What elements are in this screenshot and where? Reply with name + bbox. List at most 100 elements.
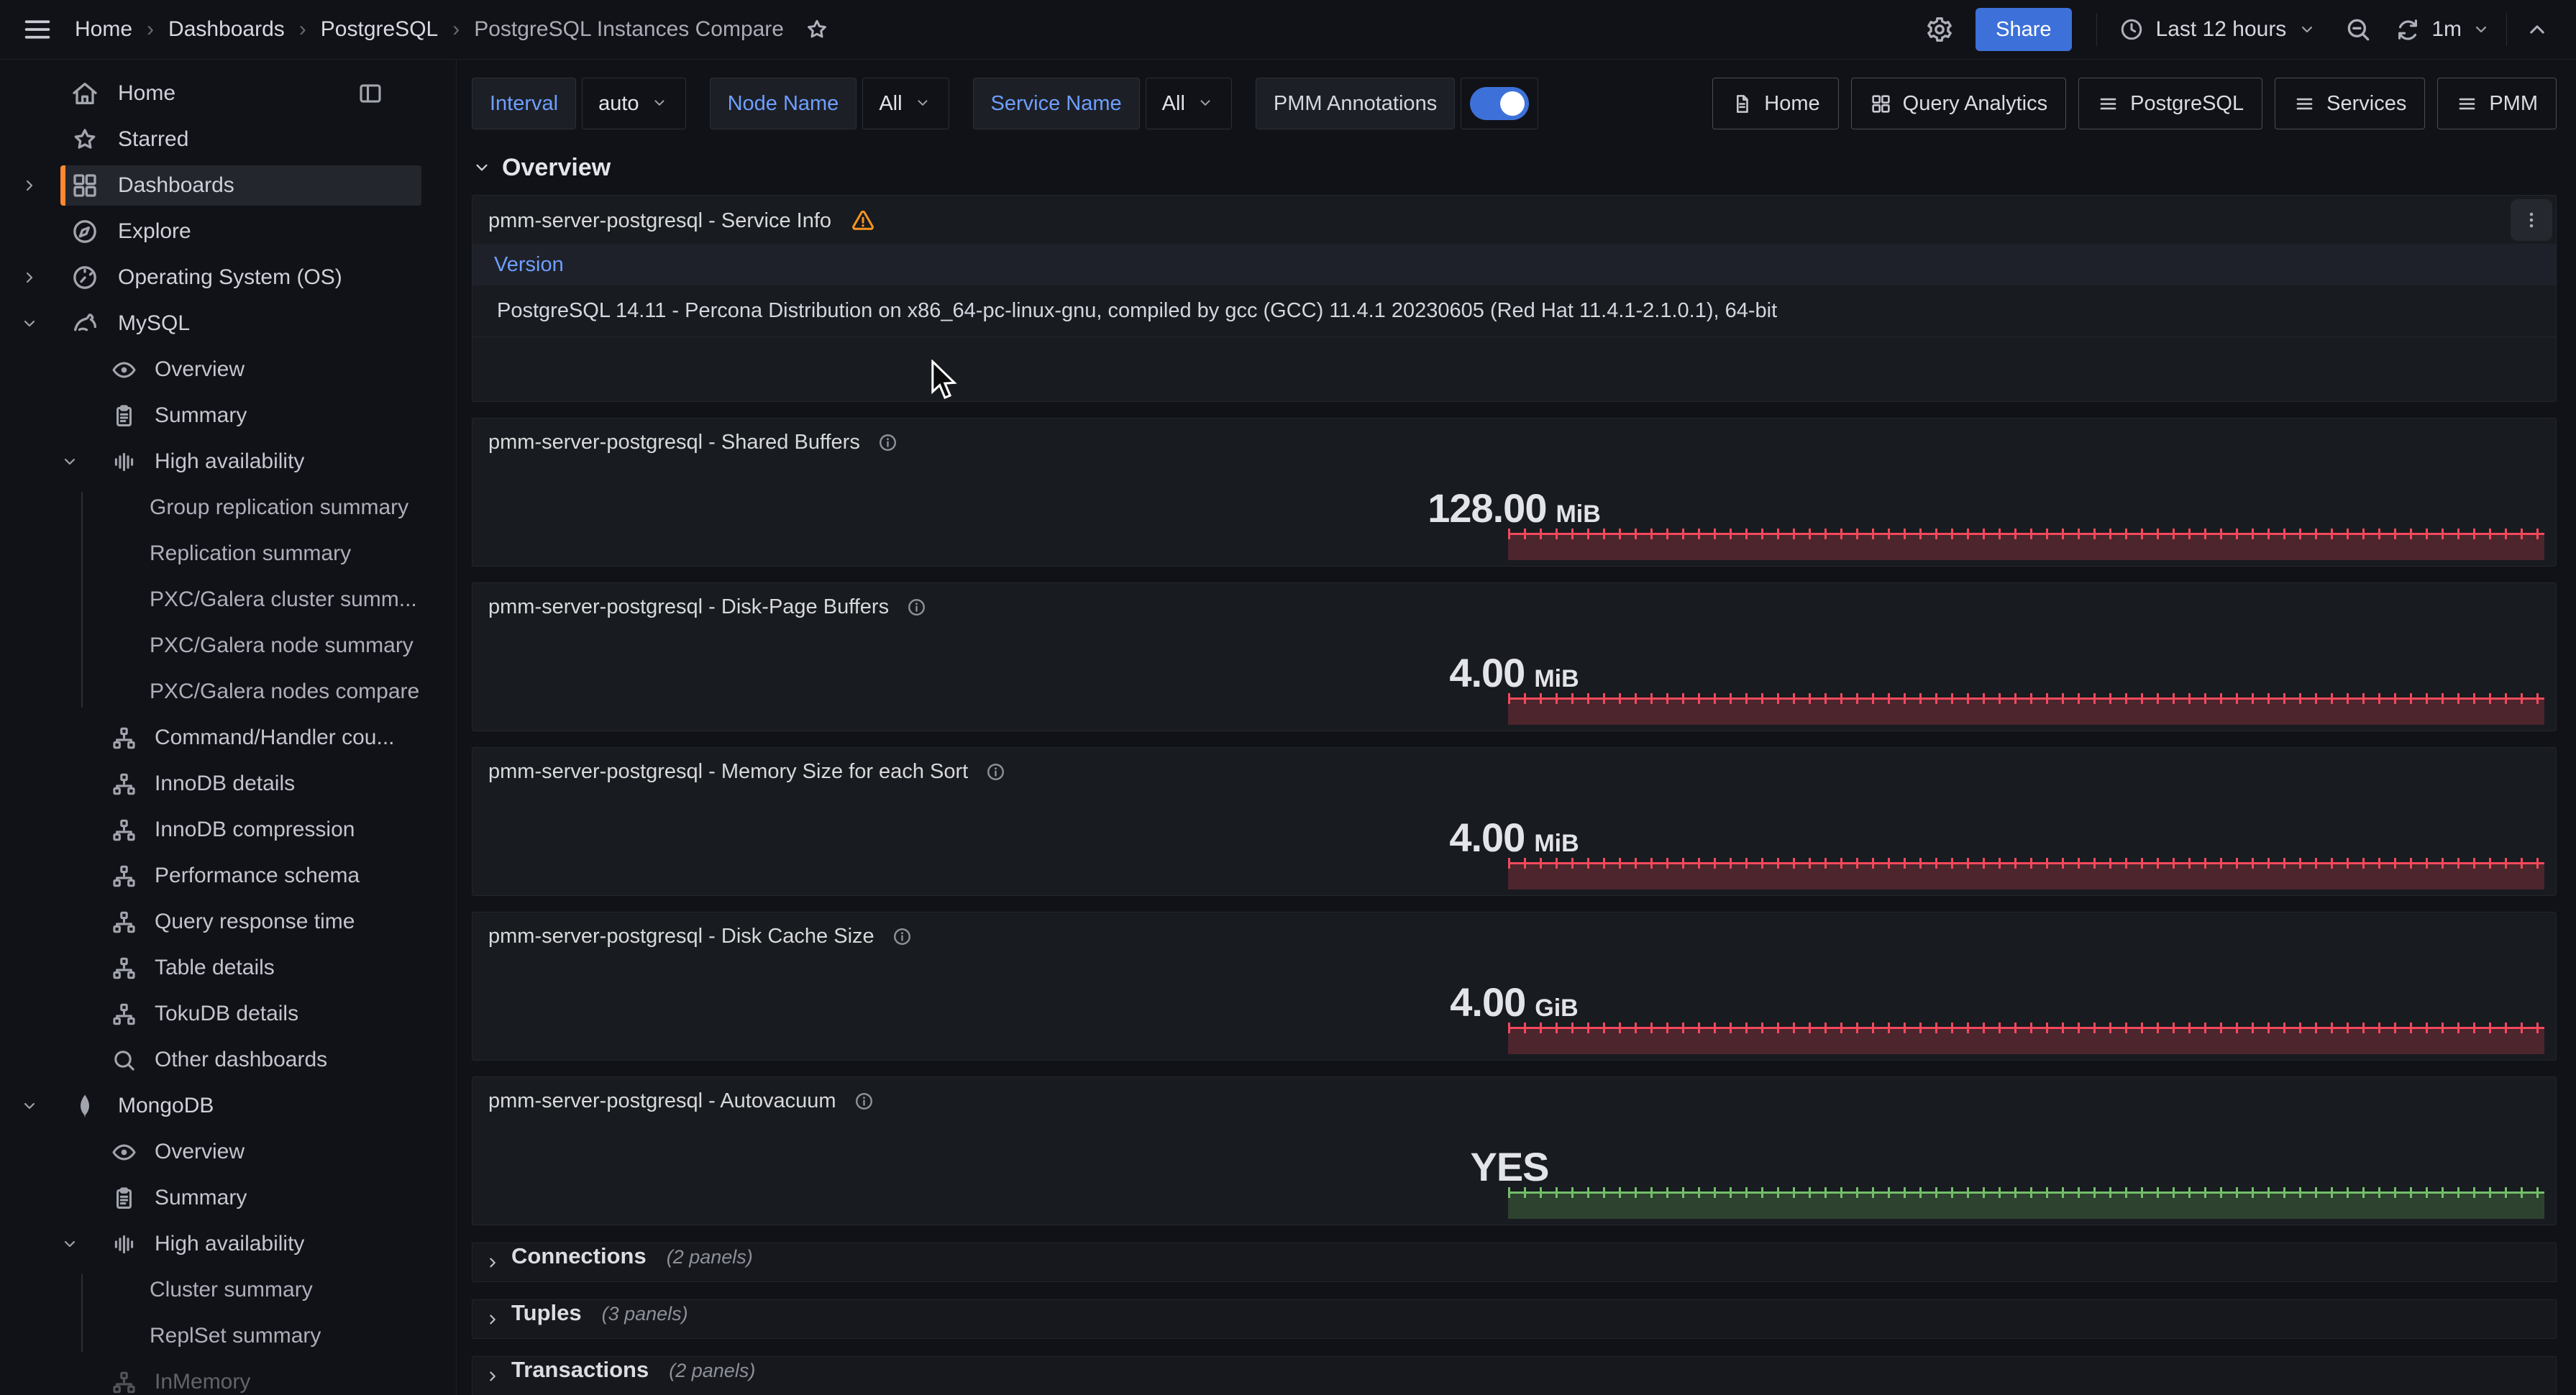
sparkline-flat-green [1508, 1192, 2544, 1219]
zoom-out-time-icon[interactable] [2339, 11, 2377, 48]
sidebar-item-pxc-galera-node-summary[interactable]: PXC/Galera node summary [0, 623, 456, 669]
sidebar-item-tokudb-details[interactable]: TokuDB details [0, 991, 456, 1037]
sidebar-item-mongodb-summary[interactable]: Summary [0, 1175, 456, 1221]
time-range-picker[interactable]: Last 12 hours [2103, 6, 2333, 52]
dock-sidebar-icon[interactable] [357, 80, 384, 107]
sitemap-icon [111, 955, 137, 982]
sidebar-item-replset-summary[interactable]: ReplSet summary [0, 1313, 456, 1359]
info-circle-icon[interactable] [985, 761, 1006, 782]
chevron-down-icon[interactable] [20, 314, 60, 333]
refresh-controls[interactable]: 1m [2384, 16, 2500, 43]
refresh-icon[interactable] [2394, 16, 2421, 43]
dashboard-settings-gear-icon[interactable] [1922, 12, 1957, 47]
sidebar-item-performance-schema[interactable]: Performance schema [0, 853, 456, 899]
breadcrumb-current-page: PostgreSQL Instances Compare [474, 17, 784, 42]
breadcrumb-home[interactable]: Home [75, 17, 132, 42]
chevron-right-icon[interactable] [20, 268, 60, 287]
panel-autovacuum: pmm-server-postgresql - Autovacuum YES [472, 1076, 2557, 1225]
sidebar-item-home[interactable]: Home [0, 70, 456, 116]
sidebar-item-starred[interactable]: Starred [0, 116, 456, 163]
chevron-down-icon[interactable] [2472, 20, 2490, 39]
panel-title[interactable]: pmm-server-postgresql - Memory Size for … [488, 760, 968, 784]
pmm-annotations-switch-box [1461, 78, 1538, 129]
section-row-overview[interactable]: Overview [472, 152, 2557, 183]
collapse-kiosk-chevron-up-icon[interactable] [2520, 12, 2554, 47]
panel-kebab-menu-icon[interactable] [2511, 199, 2552, 241]
sidebar-item-replication-summary[interactable]: Replication summary [0, 531, 456, 577]
sidebar-item-innodb-details[interactable]: InnoDB details [0, 761, 456, 807]
chevron-down-icon[interactable] [20, 1097, 60, 1115]
sidebar-item-mysql-summary[interactable]: Summary [0, 393, 456, 439]
share-button[interactable]: Share [1976, 8, 2071, 51]
info-circle-icon[interactable] [877, 432, 898, 453]
sidebar-item-pxc-galera-cluster-summary[interactable]: PXC/Galera cluster summ... [0, 577, 456, 623]
sparkline-flat-red [1508, 698, 2544, 725]
time-range-label: Last 12 hours [2156, 17, 2287, 42]
node-name-variable-label[interactable]: Node Name [710, 78, 857, 129]
sidebar-item-query-response-time[interactable]: Query response time [0, 899, 456, 945]
link-button-query-analytics[interactable]: Query Analytics [1851, 78, 2066, 129]
refresh-interval-label[interactable]: 1m [2431, 17, 2462, 42]
section-row-tuples[interactable]: Tuples (3 panels) [472, 1299, 2557, 1339]
service-name-variable-label[interactable]: Service Name [973, 78, 1140, 129]
topnav-divider [2096, 13, 2097, 46]
service-name-variable-select[interactable]: All [1146, 78, 1232, 129]
sidebar-item-inmemory[interactable]: InMemory [0, 1359, 456, 1395]
sidebar-item-mysql-high-availability[interactable]: High availability [0, 439, 456, 485]
warning-triangle-icon[interactable] [850, 208, 876, 234]
dashboards-grid-icon [70, 171, 99, 200]
high-availability-bars-icon [111, 449, 137, 475]
sidebar-item-cluster-summary[interactable]: Cluster summary [0, 1267, 456, 1313]
chevron-right-icon[interactable] [20, 176, 60, 195]
breadcrumb-separator: › [299, 17, 306, 42]
chevron-down-icon[interactable] [60, 1235, 101, 1253]
info-circle-icon[interactable] [854, 1091, 874, 1112]
sidebar-item-command-handler-counters[interactable]: Command/Handler cou... [0, 715, 456, 761]
section-row-transactions[interactable]: Transactions (2 panels) [472, 1356, 2557, 1395]
info-circle-icon[interactable] [906, 597, 927, 618]
favorite-star-icon[interactable] [801, 14, 833, 45]
sparkline-flat-red [1508, 533, 2544, 560]
sidebar-item-mysql-overview[interactable]: Overview [0, 347, 456, 393]
pmm-annotations-toggle[interactable] [1470, 87, 1529, 120]
sitemap-icon [111, 771, 137, 797]
sidebar-item-explore[interactable]: Explore [0, 209, 456, 255]
node-name-variable-select[interactable]: All [862, 78, 949, 129]
interval-variable-select[interactable]: auto [582, 78, 685, 129]
breadcrumb-postgresql[interactable]: PostgreSQL [321, 17, 438, 42]
sidebar-item-group-replication-summary[interactable]: Group replication summary [0, 485, 456, 531]
sidebar-item-operating-system[interactable]: Operating System (OS) [0, 255, 456, 301]
chevron-down-icon[interactable] [60, 452, 101, 471]
sidebar-item-table-details[interactable]: Table details [0, 945, 456, 991]
link-button-home[interactable]: Home [1712, 78, 1838, 129]
link-button-postgresql[interactable]: PostgreSQL [2078, 78, 2262, 129]
panel-title[interactable]: pmm-server-postgresql - Service Info [488, 209, 831, 233]
search-icon [111, 1047, 137, 1074]
link-button-services[interactable]: Services [2275, 78, 2425, 129]
grid-icon [1870, 93, 1892, 115]
sidebar-item-innodb-compression[interactable]: InnoDB compression [0, 807, 456, 853]
interval-variable-label[interactable]: Interval [472, 78, 576, 129]
stat-value: YES [472, 1143, 2556, 1190]
menu-hamburger-icon[interactable] [19, 11, 56, 48]
breadcrumb-dashboards[interactable]: Dashboards [168, 17, 285, 42]
panel-title[interactable]: pmm-server-postgresql - Autovacuum [488, 1089, 836, 1113]
sidebar-item-other-dashboards[interactable]: Other dashboards [0, 1037, 456, 1083]
sidebar-item-mongodb-overview[interactable]: Overview [0, 1129, 456, 1175]
sidebar-item-mysql[interactable]: MySQL [0, 301, 456, 347]
info-circle-icon[interactable] [892, 926, 913, 947]
sidebar-item-mongodb-high-availability[interactable]: High availability [0, 1221, 456, 1267]
panel-title-row: pmm-server-postgresql - Autovacuum [472, 1077, 2556, 1113]
panel-title[interactable]: pmm-server-postgresql - Disk-Page Buffer… [488, 595, 889, 619]
panel-title[interactable]: pmm-server-postgresql - Shared Buffers [488, 431, 860, 454]
panel-title[interactable]: pmm-server-postgresql - Disk Cache Size [488, 925, 874, 948]
section-row-connections[interactable]: Connections (2 panels) [472, 1243, 2557, 1282]
table-column-header-version[interactable]: Version [472, 244, 2556, 285]
sitemap-icon [111, 863, 137, 889]
sidebar-item-pxc-galera-nodes-compare[interactable]: PXC/Galera nodes compare [0, 669, 456, 715]
sidebar-item-mongodb[interactable]: MongoDB [0, 1083, 456, 1129]
dashboard-toolbar: Interval auto Node Name All Service Name [472, 78, 2557, 129]
sidebar-item-dashboards[interactable]: Dashboards [0, 163, 456, 209]
link-button-pmm[interactable]: PMM [2437, 78, 2557, 129]
stat-value: 128.00 MiB [472, 485, 2556, 531]
